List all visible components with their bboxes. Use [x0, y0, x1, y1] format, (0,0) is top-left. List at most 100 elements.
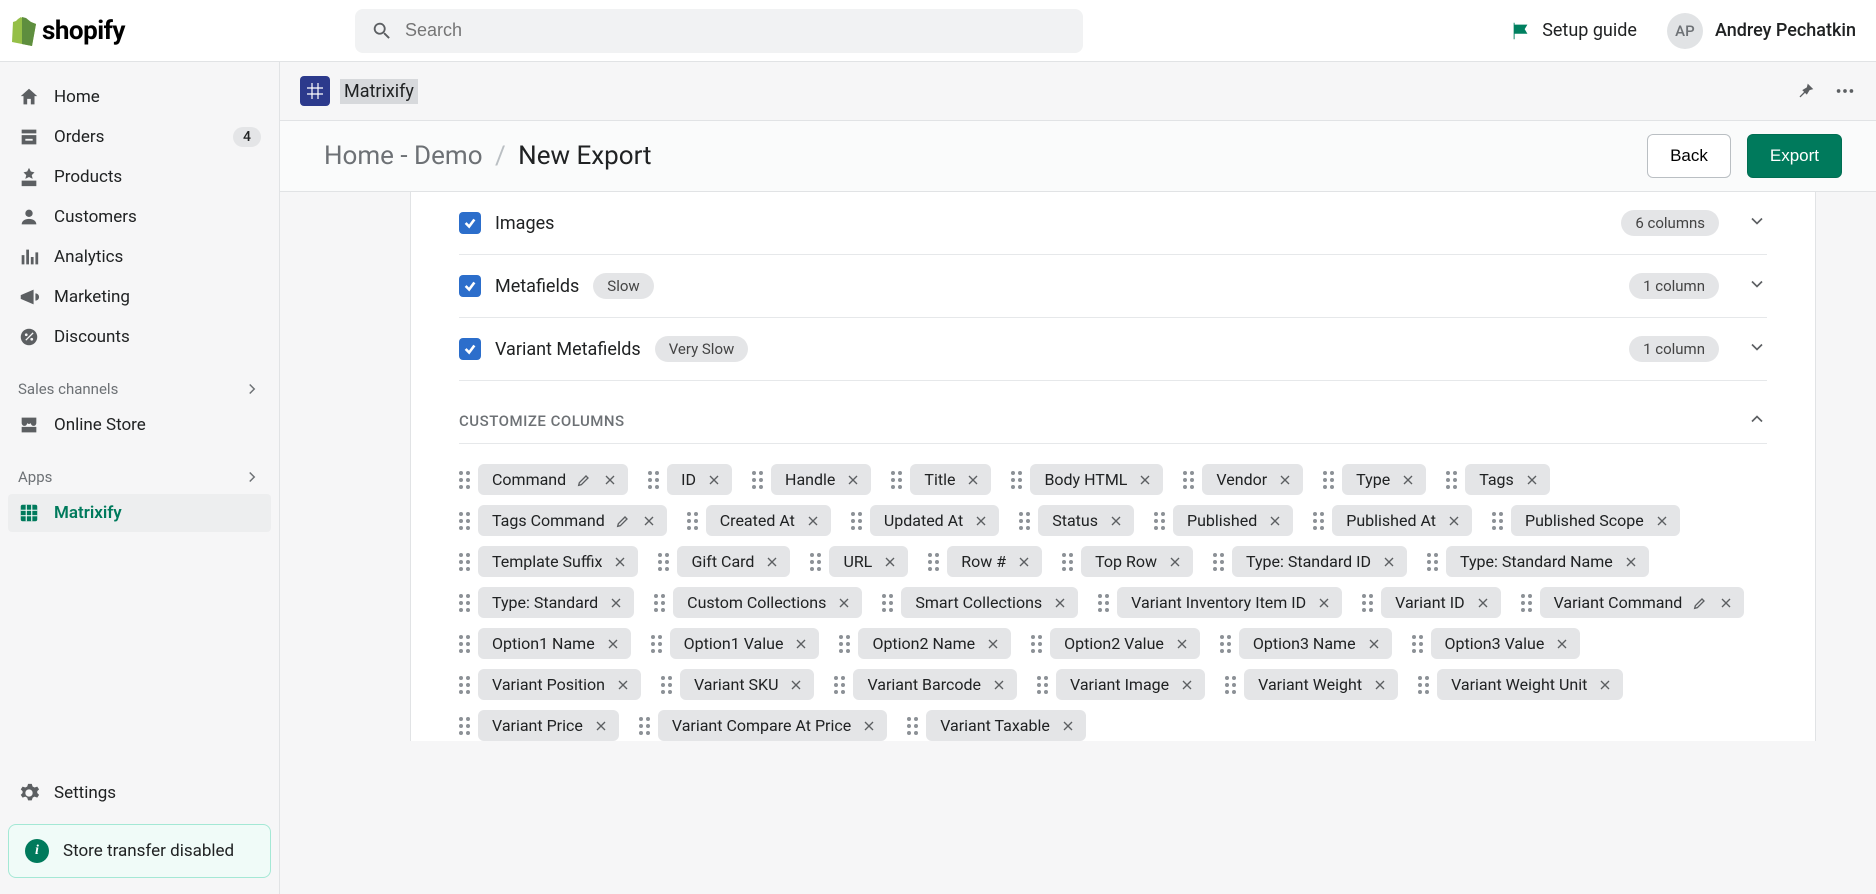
- column-chip[interactable]: Variant ID: [1381, 587, 1500, 618]
- back-button[interactable]: Back: [1647, 134, 1731, 178]
- drag-handle-icon[interactable]: [810, 553, 821, 571]
- close-icon[interactable]: [1524, 472, 1540, 488]
- sidebar-item-analytics[interactable]: Analytics: [8, 238, 271, 276]
- drag-handle-icon[interactable]: [1019, 512, 1030, 530]
- close-icon[interactable]: [1277, 472, 1293, 488]
- column-chip[interactable]: Option3 Value: [1431, 628, 1581, 659]
- breadcrumb-root[interactable]: Home - Demo: [324, 141, 483, 171]
- column-chip[interactable]: Variant Image: [1056, 669, 1205, 700]
- drag-handle-icon[interactable]: [654, 594, 665, 612]
- close-icon[interactable]: [1597, 677, 1613, 693]
- column-chip[interactable]: Variant Position: [478, 669, 641, 700]
- drag-handle-icon[interactable]: [459, 553, 470, 571]
- chevron-up-icon[interactable]: [1747, 409, 1767, 433]
- close-icon[interactable]: [793, 636, 809, 652]
- drag-handle-icon[interactable]: [661, 676, 672, 694]
- column-chip[interactable]: Gift Card: [677, 546, 790, 577]
- drag-handle-icon[interactable]: [1062, 553, 1073, 571]
- column-chip[interactable]: Body HTML: [1030, 464, 1163, 495]
- drag-handle-icon[interactable]: [1313, 512, 1324, 530]
- scroll-area[interactable]: Images 6 columns Metafields Slow 1 colum…: [280, 192, 1876, 894]
- close-icon[interactable]: [1016, 554, 1032, 570]
- setup-guide-link[interactable]: Setup guide: [1510, 20, 1637, 42]
- drag-handle-icon[interactable]: [459, 635, 470, 653]
- drag-handle-icon[interactable]: [1427, 553, 1438, 571]
- sidebar-item-discounts[interactable]: Discounts: [8, 318, 271, 356]
- column-chip[interactable]: Variant Command: [1540, 587, 1745, 618]
- close-icon[interactable]: [1179, 677, 1195, 693]
- close-icon[interactable]: [1060, 718, 1076, 734]
- checkbox[interactable]: [459, 212, 481, 234]
- drag-handle-icon[interactable]: [459, 676, 470, 694]
- column-chip[interactable]: Vendor: [1202, 464, 1303, 495]
- column-chip[interactable]: Option3 Name: [1239, 628, 1392, 659]
- checkbox[interactable]: [459, 275, 481, 297]
- column-chip[interactable]: Top Row: [1081, 546, 1193, 577]
- drag-handle-icon[interactable]: [1446, 471, 1457, 489]
- drag-handle-icon[interactable]: [1154, 512, 1165, 530]
- close-icon[interactable]: [612, 554, 628, 570]
- edit-icon[interactable]: [615, 513, 631, 529]
- column-chip[interactable]: URL: [829, 546, 908, 577]
- column-chip[interactable]: Status: [1038, 505, 1134, 536]
- close-icon[interactable]: [973, 513, 989, 529]
- drag-handle-icon[interactable]: [752, 471, 763, 489]
- column-chip[interactable]: Template Suffix: [478, 546, 638, 577]
- store-transfer-notice[interactable]: i Store transfer disabled: [8, 824, 271, 878]
- column-chip[interactable]: Variant Weight: [1244, 669, 1398, 700]
- drag-handle-icon[interactable]: [839, 635, 850, 653]
- close-icon[interactable]: [1052, 595, 1068, 611]
- close-icon[interactable]: [882, 554, 898, 570]
- close-icon[interactable]: [836, 595, 852, 611]
- column-chip[interactable]: Tags Command: [478, 505, 667, 536]
- drag-handle-icon[interactable]: [851, 512, 862, 530]
- user-menu[interactable]: AP Andrey Pechatkin: [1667, 13, 1856, 49]
- column-chip[interactable]: Smart Collections: [901, 587, 1078, 618]
- close-icon[interactable]: [1718, 595, 1734, 611]
- drag-handle-icon[interactable]: [834, 676, 845, 694]
- close-icon[interactable]: [1174, 636, 1190, 652]
- drag-handle-icon[interactable]: [1011, 471, 1022, 489]
- sidebar-item-products[interactable]: Products: [8, 158, 271, 196]
- shopify-logo[interactable]: shopify: [8, 16, 125, 46]
- drag-handle-icon[interactable]: [1031, 635, 1042, 653]
- customize-columns-header[interactable]: CUSTOMIZE COLUMNS: [459, 381, 1767, 444]
- pin-icon[interactable]: [1794, 80, 1816, 102]
- close-icon[interactable]: [1654, 513, 1670, 529]
- close-icon[interactable]: [1366, 636, 1382, 652]
- drag-handle-icon[interactable]: [1521, 594, 1532, 612]
- close-icon[interactable]: [788, 677, 804, 693]
- column-chip[interactable]: Published: [1173, 505, 1293, 536]
- search-input[interactable]: [405, 20, 1067, 41]
- nav-section-apps[interactable]: Apps: [8, 458, 271, 494]
- column-chip[interactable]: Created At: [706, 505, 831, 536]
- close-icon[interactable]: [845, 472, 861, 488]
- drag-handle-icon[interactable]: [459, 512, 470, 530]
- column-chip[interactable]: Tags: [1465, 464, 1550, 495]
- column-chip[interactable]: Updated At: [870, 505, 999, 536]
- close-icon[interactable]: [861, 718, 877, 734]
- column-chip[interactable]: Type: Standard ID: [1232, 546, 1407, 577]
- column-chip[interactable]: Handle: [771, 464, 871, 495]
- drag-handle-icon[interactable]: [1225, 676, 1236, 694]
- drag-handle-icon[interactable]: [1323, 471, 1334, 489]
- close-icon[interactable]: [641, 513, 657, 529]
- drag-handle-icon[interactable]: [1183, 471, 1194, 489]
- close-icon[interactable]: [1400, 472, 1416, 488]
- sidebar-item-orders[interactable]: Orders4: [8, 118, 271, 156]
- export-button[interactable]: Export: [1747, 134, 1842, 178]
- sidebar-item-online-store[interactable]: Online Store: [8, 406, 271, 444]
- close-icon[interactable]: [1167, 554, 1183, 570]
- drag-handle-icon[interactable]: [459, 471, 470, 489]
- drag-handle-icon[interactable]: [639, 717, 650, 735]
- more-icon[interactable]: [1834, 80, 1856, 102]
- column-chip[interactable]: Option2 Value: [1050, 628, 1200, 659]
- drag-handle-icon[interactable]: [1213, 553, 1224, 571]
- drag-handle-icon[interactable]: [687, 512, 698, 530]
- column-chip[interactable]: Row #: [947, 546, 1042, 577]
- drag-handle-icon[interactable]: [1098, 594, 1109, 612]
- close-icon[interactable]: [805, 513, 821, 529]
- close-icon[interactable]: [1446, 513, 1462, 529]
- close-icon[interactable]: [965, 472, 981, 488]
- column-chip[interactable]: Type: Standard Name: [1446, 546, 1649, 577]
